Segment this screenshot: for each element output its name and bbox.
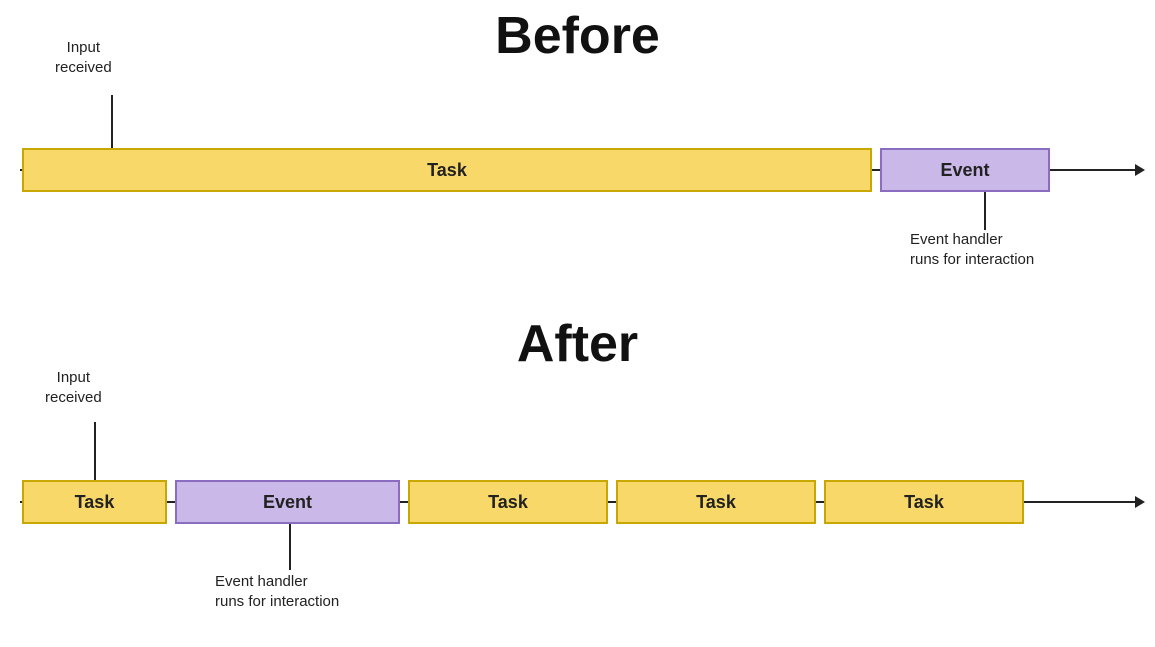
before-event-annotation: Event handler runs for interaction <box>910 230 1034 269</box>
diagram-container: Before Input received Task Event <box>0 0 1155 647</box>
after-task-box-4: Task <box>824 480 1024 524</box>
after-event-annotation: Event handler runs for interaction <box>215 572 339 611</box>
after-task-box-1: Task <box>22 480 167 524</box>
after-event-box: Event <box>175 480 400 524</box>
after-input-label: Input received <box>45 368 102 407</box>
before-event-box: Event <box>880 148 1050 192</box>
before-section: Before Input received Task Event <box>0 0 1155 310</box>
before-input-label: Input received <box>55 38 112 77</box>
after-task-box-3: Task <box>616 480 816 524</box>
after-svg <box>0 310 1155 647</box>
after-section: After Input received Task Event <box>0 310 1155 647</box>
before-task-box: Task <box>22 148 872 192</box>
after-task-box-2: Task <box>408 480 608 524</box>
